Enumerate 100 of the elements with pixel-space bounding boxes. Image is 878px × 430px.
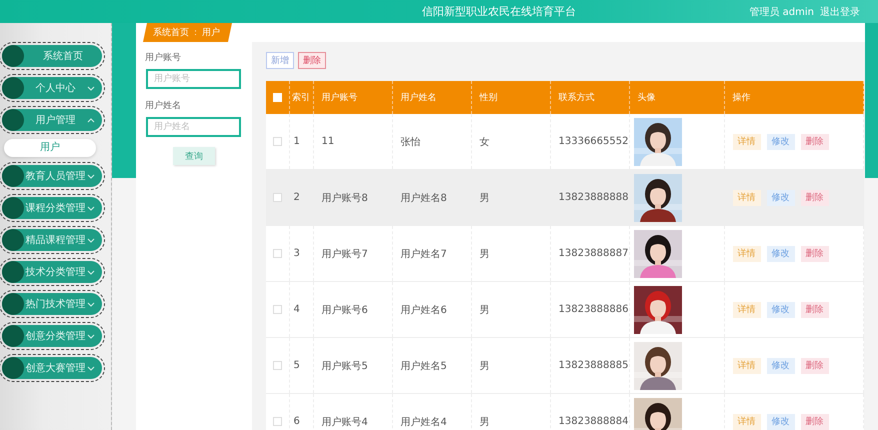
table-cell: 用户账号8 [322, 192, 368, 204]
table-cell: 3 [294, 248, 300, 259]
menu-item[interactable]: 课程分类管理 [2, 197, 102, 219]
search-button[interactable]: 查询 [173, 147, 215, 165]
table-cell: 张怡 [400, 136, 420, 148]
table-row[interactable]: 5 用户账号5 用户姓名5 男 13823888885 详情 修改 删除 [266, 338, 864, 394]
detail-button[interactable]: 详情 [732, 190, 760, 206]
row-checkbox[interactable] [272, 416, 282, 426]
table-cell: 4 [294, 304, 300, 315]
detail-button[interactable]: 详情 [732, 414, 760, 430]
delete-button[interactable]: 删除 [800, 134, 828, 150]
table-cell: 用户姓名4 [400, 416, 447, 428]
table-cell: 1 [294, 136, 300, 147]
chevron-down-icon [87, 366, 95, 370]
table-cell: 用户姓名8 [400, 192, 447, 204]
edit-button[interactable]: 修改 [766, 414, 794, 430]
search-field[interactable]: 用户姓名 [146, 117, 241, 137]
table-cell: 6 [294, 416, 300, 427]
chevron-down-icon [87, 238, 95, 242]
delete-button[interactable]: 删除 [298, 52, 326, 69]
delete-button[interactable]: 删除 [800, 302, 828, 318]
menu-item[interactable]: 精品课程管理 [2, 229, 102, 251]
table-cell: 13823888888 [558, 192, 628, 203]
row-checkbox[interactable] [272, 192, 282, 202]
menu-item[interactable]: 技术分类管理 [2, 261, 102, 283]
table-cell: 13823888884 [558, 416, 628, 427]
table-cell: 13823888885 [558, 360, 628, 371]
column-header: 联系方式 [550, 81, 629, 114]
column-header: 用户账号 [313, 81, 392, 114]
detail-button[interactable]: 详情 [732, 302, 760, 318]
table-cell: 男 [480, 192, 490, 204]
column-header: 头像 [629, 81, 724, 114]
table-row[interactable]: 3 用户账号7 用户姓名7 男 13823888887 详情 修改 删除 [266, 226, 864, 282]
table-cell: 5 [294, 360, 300, 371]
menu-item[interactable]: 系统首页 [2, 45, 102, 67]
edit-button[interactable]: 修改 [766, 302, 794, 318]
menu-item[interactable]: 创意大赛管理 [2, 357, 102, 379]
table-cell: 用户账号7 [322, 248, 368, 260]
menu-item[interactable]: 热门技术管理 [2, 293, 102, 315]
row-checkbox[interactable] [272, 304, 282, 314]
table-cell: 11 [322, 136, 334, 147]
table-cell: 用户账号4 [322, 416, 368, 428]
row-checkbox[interactable] [272, 360, 282, 370]
chevron-up-icon [87, 118, 95, 122]
select-all-checkbox[interactable] [272, 92, 282, 102]
table-cell: 用户账号5 [322, 360, 368, 372]
table-cell: 女 [480, 136, 490, 148]
chevron-down-icon [87, 86, 95, 90]
table-cell: 用户姓名7 [400, 248, 447, 260]
chevron-down-icon [87, 302, 95, 306]
menu-item[interactable]: 创意分类管理 [2, 325, 102, 347]
edit-button[interactable]: 修改 [766, 190, 794, 206]
chevron-down-icon [87, 270, 95, 274]
table-row[interactable]: 6 用户账号4 用户姓名4 男 13823888884 详情 修改 删除 [266, 394, 864, 430]
menu-item[interactable]: 个人中心 [2, 77, 102, 99]
table-row[interactable]: 1 11 张怡 女 13336665552 详情 修改 删除 [266, 114, 864, 170]
detail-button[interactable]: 详情 [732, 134, 760, 150]
table-cell: 用户姓名5 [400, 360, 447, 372]
breadcrumb-link[interactable]: 系统首页 [153, 26, 189, 39]
column-header: 性别 [471, 81, 550, 114]
table-cell: 13823888886 [558, 304, 628, 315]
column-header: 索引 [289, 81, 313, 114]
edit-button[interactable]: 修改 [766, 246, 794, 262]
table-cell: 男 [480, 248, 490, 260]
table-cell: 男 [480, 360, 490, 372]
delete-button[interactable]: 删除 [800, 246, 828, 262]
search-field[interactable]: 用户账号 [146, 69, 241, 89]
table-cell: 13336665552 [558, 136, 628, 147]
delete-button[interactable]: 删除 [800, 358, 828, 374]
chevron-down-icon [87, 334, 95, 338]
chevron-down-icon [87, 174, 95, 178]
menu-item[interactable]: 用户管理 [2, 109, 102, 131]
edit-button[interactable]: 修改 [766, 358, 794, 374]
add-button[interactable]: 新增 [266, 52, 294, 69]
logout-link[interactable]: 退出登录 [820, 4, 860, 18]
table-cell: 男 [480, 416, 490, 428]
table-row[interactable]: 4 用户账号6 用户姓名6 男 13823888886 详情 修改 删除 [266, 282, 864, 338]
table-cell: 用户姓名6 [400, 304, 447, 316]
delete-button[interactable]: 删除 [800, 190, 828, 206]
delete-button[interactable]: 删除 [800, 414, 828, 430]
column-header: 操作 [724, 81, 864, 114]
menu-item[interactable]: 教育人员管理 [2, 165, 102, 187]
row-checkbox[interactable] [272, 248, 282, 258]
site-title: 信阳新型职业农民在线培育平台 [422, 4, 576, 19]
field-label: 用户姓名 [145, 100, 182, 112]
edit-button[interactable]: 修改 [766, 134, 794, 150]
detail-button[interactable]: 详情 [732, 358, 760, 374]
field-label: 用户账号 [145, 52, 182, 64]
breadcrumb-separator: ： [191, 27, 200, 39]
table-cell: 男 [480, 304, 490, 316]
table-cell: 2 [294, 192, 300, 203]
table-row[interactable]: 2 用户账号8 用户姓名8 男 13823888888 详情 修改 删除 [266, 170, 864, 226]
table-cell: 13823888887 [558, 248, 628, 259]
submenu-item[interactable]: 用户 [4, 139, 96, 157]
row-checkbox[interactable] [272, 136, 282, 146]
breadcrumb-current: 用户 [202, 26, 220, 39]
chevron-down-icon [87, 206, 95, 210]
detail-button[interactable]: 详情 [732, 246, 760, 262]
table-cell: 用户账号6 [322, 304, 368, 316]
user-name: 管理员 admin [749, 6, 814, 18]
